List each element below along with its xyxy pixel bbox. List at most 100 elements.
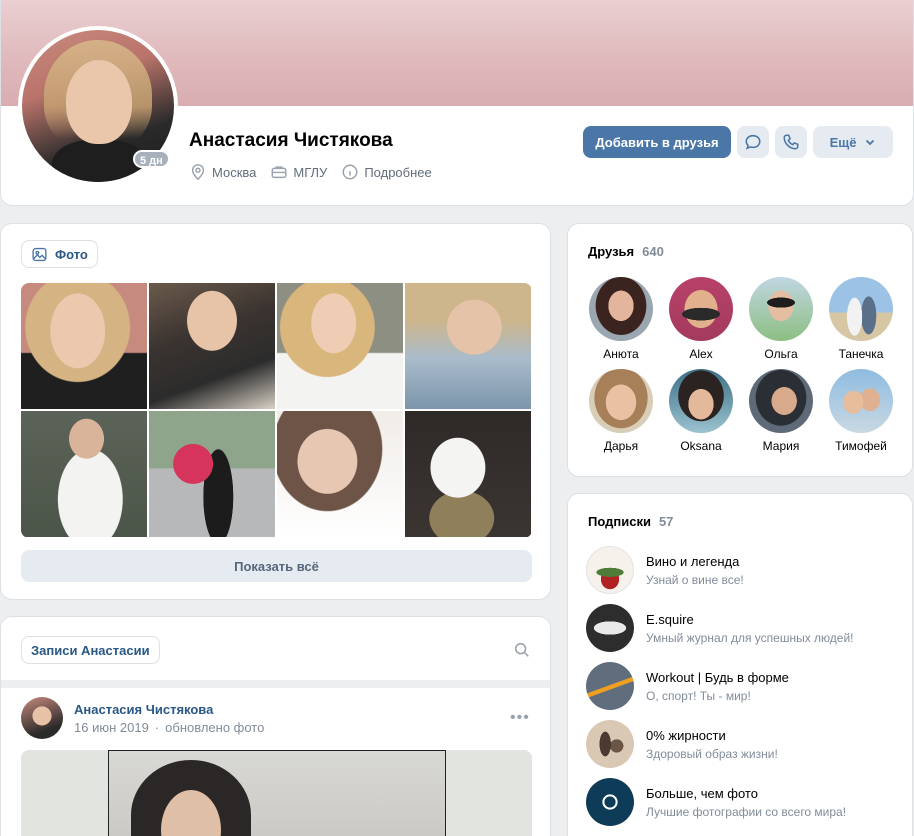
group-description: О, спорт! Ты - мир! <box>646 688 751 703</box>
friend-item[interactable]: Мария <box>741 369 821 453</box>
friends-header[interactable]: Друзья 640 <box>588 244 664 259</box>
group-avatar[interactable] <box>586 778 634 826</box>
friend-item[interactable]: Анюта <box>581 277 661 361</box>
group-description: Узнай о вине все! <box>646 572 744 587</box>
friend-avatar[interactable] <box>589 369 653 433</box>
post-author-avatar[interactable] <box>21 697 63 739</box>
friend-avatar[interactable] <box>749 369 813 433</box>
post-date[interactable]: 16 июн 2019 <box>74 720 149 735</box>
friend-name[interactable]: Анюта <box>603 347 638 361</box>
friend-avatar[interactable] <box>669 277 733 341</box>
subscriptions-count: 57 <box>658 514 674 529</box>
post-action: обновлено фото <box>165 720 265 735</box>
friend-name[interactable]: Танечка <box>839 347 884 361</box>
education-label: МГЛУ <box>293 164 328 180</box>
group-name[interactable]: Workout | Будь в форме <box>646 670 789 685</box>
friend-item[interactable]: Alex <box>661 277 741 361</box>
post-author-name[interactable]: Анастасия Чистякова <box>74 702 213 717</box>
message-button[interactable] <box>737 126 769 158</box>
friend-avatar[interactable] <box>589 277 653 341</box>
wall-tab[interactable]: Записи Анастасии <box>21 636 160 664</box>
group-name[interactable]: Вино и легенда <box>646 554 744 569</box>
chevron-down-icon <box>866 139 875 146</box>
friend-name[interactable]: Oksana <box>680 439 721 453</box>
more-label: Ещё <box>829 134 857 150</box>
group-name[interactable]: Больше, чем фото <box>646 786 846 801</box>
photos-tab[interactable]: Фото <box>21 240 98 268</box>
photos-card: Фото Показать всё <box>0 223 551 600</box>
group-avatar[interactable] <box>586 720 634 768</box>
more-dots-icon[interactable]: ••• <box>510 709 530 727</box>
divider <box>1 680 550 688</box>
friend-avatar[interactable] <box>669 369 733 433</box>
photo-thumb-8[interactable] <box>405 411 531 537</box>
city-item[interactable]: Москва <box>189 163 256 181</box>
photo-thumb-6[interactable] <box>149 411 275 537</box>
subscription-item[interactable]: Workout | Будь в форме О, спорт! Ты - ми… <box>586 662 789 710</box>
friend-avatar[interactable] <box>829 369 893 433</box>
photo-thumb-4[interactable] <box>405 283 531 409</box>
subscription-item[interactable]: Вино и легенда Узнай о вине все! <box>586 546 744 594</box>
group-avatar[interactable] <box>586 546 634 594</box>
briefcase-icon <box>271 166 287 179</box>
friend-item[interactable]: Ольга <box>741 277 821 361</box>
group-name[interactable]: E.squire <box>646 612 854 627</box>
friend-item[interactable]: Дарья <box>581 369 661 453</box>
info-icon <box>342 164 358 180</box>
subscription-item[interactable]: 0% жирности Здоровый образ жизни! <box>586 720 778 768</box>
photo-thumb-1[interactable] <box>21 283 147 409</box>
friend-item[interactable]: Танечка <box>821 277 901 361</box>
friend-name[interactable]: Alex <box>689 347 712 361</box>
photo-thumb-5[interactable] <box>21 411 147 537</box>
friends-card: Друзья 640 Анюта Alex Ольга Танечка Дарь… <box>567 223 913 477</box>
message-bubble-icon <box>745 134 761 150</box>
group-description: Лучшие фотографии со всего мира! <box>646 804 847 819</box>
details-link[interactable]: Подробнее <box>341 163 432 181</box>
photos-title: Фото <box>55 246 88 262</box>
friend-name[interactable]: Тимофей <box>835 439 887 453</box>
subscriptions-title: Подписки <box>588 514 651 529</box>
subscription-item[interactable]: E.squire Умный журнал для успешных людей… <box>586 604 854 652</box>
education-item[interactable]: МГЛУ <box>270 163 327 181</box>
friend-item[interactable]: Тимофей <box>821 369 901 453</box>
call-button[interactable] <box>775 126 807 158</box>
profile-meta: Москва МГЛУ Подробнее <box>189 163 432 181</box>
location-pin-icon <box>191 164 205 181</box>
friend-avatar[interactable] <box>829 277 893 341</box>
friend-name[interactable]: Ольга <box>764 347 797 361</box>
group-avatar[interactable] <box>586 662 634 710</box>
phone-icon <box>783 134 799 150</box>
post-date-line: 16 июн 2019 · обновлено фото <box>74 720 264 735</box>
subscriptions-card: Подписки 57 Вино и легенда Узнай о вине … <box>567 493 913 836</box>
add-friend-button[interactable]: Добавить в друзья <box>583 126 731 158</box>
friends-count: 640 <box>642 244 664 259</box>
photo-icon <box>32 247 47 261</box>
group-description: Умный журнал для успешных людей! <box>646 630 854 645</box>
profile-header: 5 дн Анастасия Чистякова Москва МГЛУ Под… <box>0 0 914 206</box>
friend-name[interactable]: Мария <box>763 439 800 453</box>
search-icon[interactable] <box>513 641 531 659</box>
profile-name: Анастасия Чистякова <box>189 130 393 151</box>
group-description: Здоровый образ жизни! <box>646 746 778 761</box>
last-seen-badge: 5 дн <box>133 150 170 168</box>
group-avatar[interactable] <box>586 604 634 652</box>
wall-card: Записи Анастасии Анастасия Чистякова 16 … <box>0 616 551 836</box>
friend-avatar[interactable] <box>749 277 813 341</box>
more-button[interactable]: Ещё <box>813 126 893 158</box>
details-label: Подробнее <box>364 164 432 180</box>
friends-title: Друзья <box>588 244 635 259</box>
dot-separator: · <box>154 720 160 735</box>
photo-grid <box>21 283 532 538</box>
subscription-item[interactable]: Больше, чем фото Лучшие фотографии со вс… <box>586 778 846 826</box>
photo-thumb-2[interactable] <box>149 283 275 409</box>
show-all-photos-button[interactable]: Показать всё <box>21 550 532 582</box>
city-label: Москва <box>212 164 257 180</box>
photo-thumb-7[interactable] <box>277 411 403 537</box>
group-name[interactable]: 0% жирности <box>646 728 778 743</box>
friend-item[interactable]: Oksana <box>661 369 741 453</box>
friend-name[interactable]: Дарья <box>604 439 638 453</box>
friends-grid: Анюта Alex Ольга Танечка Дарья Oksana Ма… <box>581 277 901 453</box>
photo-thumb-3[interactable] <box>277 283 403 409</box>
subscriptions-header[interactable]: Подписки 57 <box>588 514 673 529</box>
post-image[interactable] <box>21 750 532 836</box>
